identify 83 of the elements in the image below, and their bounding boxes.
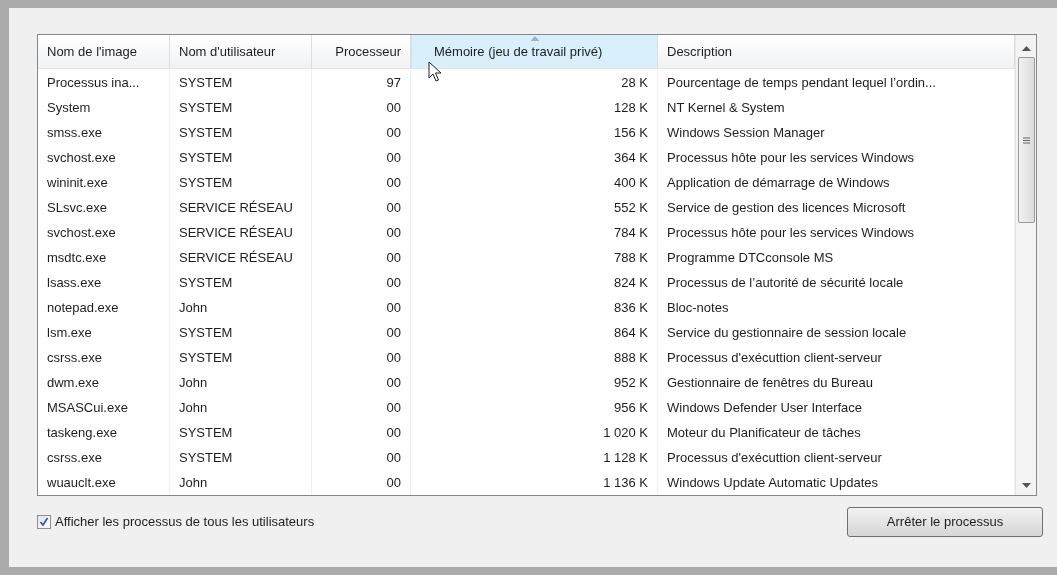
table-cell: System (38, 95, 170, 120)
table-cell: SLsvc.exe (38, 195, 170, 220)
table-cell: 00 (312, 395, 411, 420)
table-cell: 00 (312, 445, 411, 470)
table-cell: SYSTEM (170, 270, 312, 295)
table-cell: SERVICE RÉSEAU (170, 245, 312, 270)
table-cell: 1 020 K (411, 420, 658, 445)
table-cell: 552 K (411, 195, 658, 220)
table-cell: dwm.exe (38, 370, 170, 395)
checkbox-label: Afficher les processus de tous les utilisateurs (55, 513, 315, 531)
table-cell: svchost.exe (38, 145, 170, 170)
column-header[interactable]: Processeur (312, 35, 411, 68)
column-header[interactable]: Description (658, 35, 1015, 68)
sort-arrow-icon (530, 36, 539, 41)
table-cell: 00 (312, 145, 411, 170)
table-cell: 00 (312, 270, 411, 295)
table-cell: 1 136 K (411, 470, 658, 495)
column-header[interactable]: Nom de l'image (38, 35, 170, 68)
table-cell: wuauclt.exe (38, 470, 170, 495)
table-cell: John (170, 295, 312, 320)
column-header[interactable]: Nom d'utilisateur (170, 35, 312, 68)
grip-icon (1022, 136, 1030, 144)
scrollbar[interactable] (1015, 35, 1036, 495)
table-cell: 00 (312, 245, 411, 270)
table-cell: smss.exe (38, 120, 170, 145)
column-header[interactable]: Mémoire (jeu de travail privé) (411, 35, 658, 68)
table-cell: SYSTEM (170, 320, 312, 345)
table-cell: 1 128 K (411, 445, 658, 470)
table-cell: MSASCui.exe (38, 395, 170, 420)
mouse-cursor-icon (428, 61, 444, 83)
table-cell: 888 K (411, 345, 658, 370)
table-cell: 00 (312, 320, 411, 345)
table-cell: 00 (312, 420, 411, 445)
table-cell: 00 (312, 470, 411, 495)
table-cell: msdtc.exe (38, 245, 170, 270)
table-cell: 00 (312, 170, 411, 195)
table-cell: SYSTEM (170, 345, 312, 370)
table-cell: 784 K (411, 220, 658, 245)
table-cell: 00 (312, 195, 411, 220)
table-cell: SYSTEM (170, 145, 312, 170)
table-cell: 836 K (411, 295, 658, 320)
scroll-up-icon[interactable] (1021, 46, 1031, 51)
table-cell: csrss.exe (38, 345, 170, 370)
table-cell: 00 (312, 95, 411, 120)
end-process-button[interactable]: Arrêter le processus (847, 507, 1043, 537)
scrollbar-thumb[interactable] (1017, 57, 1035, 223)
table-cell: 97 (312, 70, 411, 95)
table-cell: 956 K (411, 395, 658, 420)
table-cell: csrss.exe (38, 445, 170, 470)
table-cell: John (170, 470, 312, 495)
table-cell: John (170, 395, 312, 420)
table-cell: 788 K (411, 245, 658, 270)
table-cell: SYSTEM (170, 120, 312, 145)
table-cell: 00 (312, 370, 411, 395)
checkbox[interactable] (37, 514, 51, 529)
table-cell: 864 K (411, 320, 658, 345)
table-cell: 400 K (411, 170, 658, 195)
table-cell: 00 (312, 295, 411, 320)
table-cell: 00 (312, 120, 411, 145)
checkmark-icon (39, 516, 49, 527)
scroll-down-icon[interactable] (1021, 483, 1031, 488)
table-cell: SERVICE RÉSEAU (170, 195, 312, 220)
table-cell: SYSTEM (170, 170, 312, 195)
table-cell: 364 K (411, 145, 658, 170)
table-cell: lsm.exe (38, 320, 170, 345)
table-cell: SYSTEM (170, 420, 312, 445)
table-cell: svchost.exe (38, 220, 170, 245)
table-cell: 156 K (411, 120, 658, 145)
table-cell: wininit.exe (38, 170, 170, 195)
table-cell: SERVICE RÉSEAU (170, 220, 312, 245)
table-cell: notepad.exe (38, 295, 170, 320)
table-cell: 952 K (411, 370, 658, 395)
table-cell: Processus ina... (38, 70, 170, 95)
table-cell: SYSTEM (170, 95, 312, 120)
table-cell: taskeng.exe (38, 420, 170, 445)
table-cell: 824 K (411, 270, 658, 295)
table-cell: John (170, 370, 312, 395)
table-cell: SYSTEM (170, 445, 312, 470)
table-cell: lsass.exe (38, 270, 170, 295)
table-cell: SYSTEM (170, 70, 312, 95)
table-cell: 00 (312, 220, 411, 245)
table-cell: 00 (312, 345, 411, 370)
table-cell: 128 K (411, 95, 658, 120)
